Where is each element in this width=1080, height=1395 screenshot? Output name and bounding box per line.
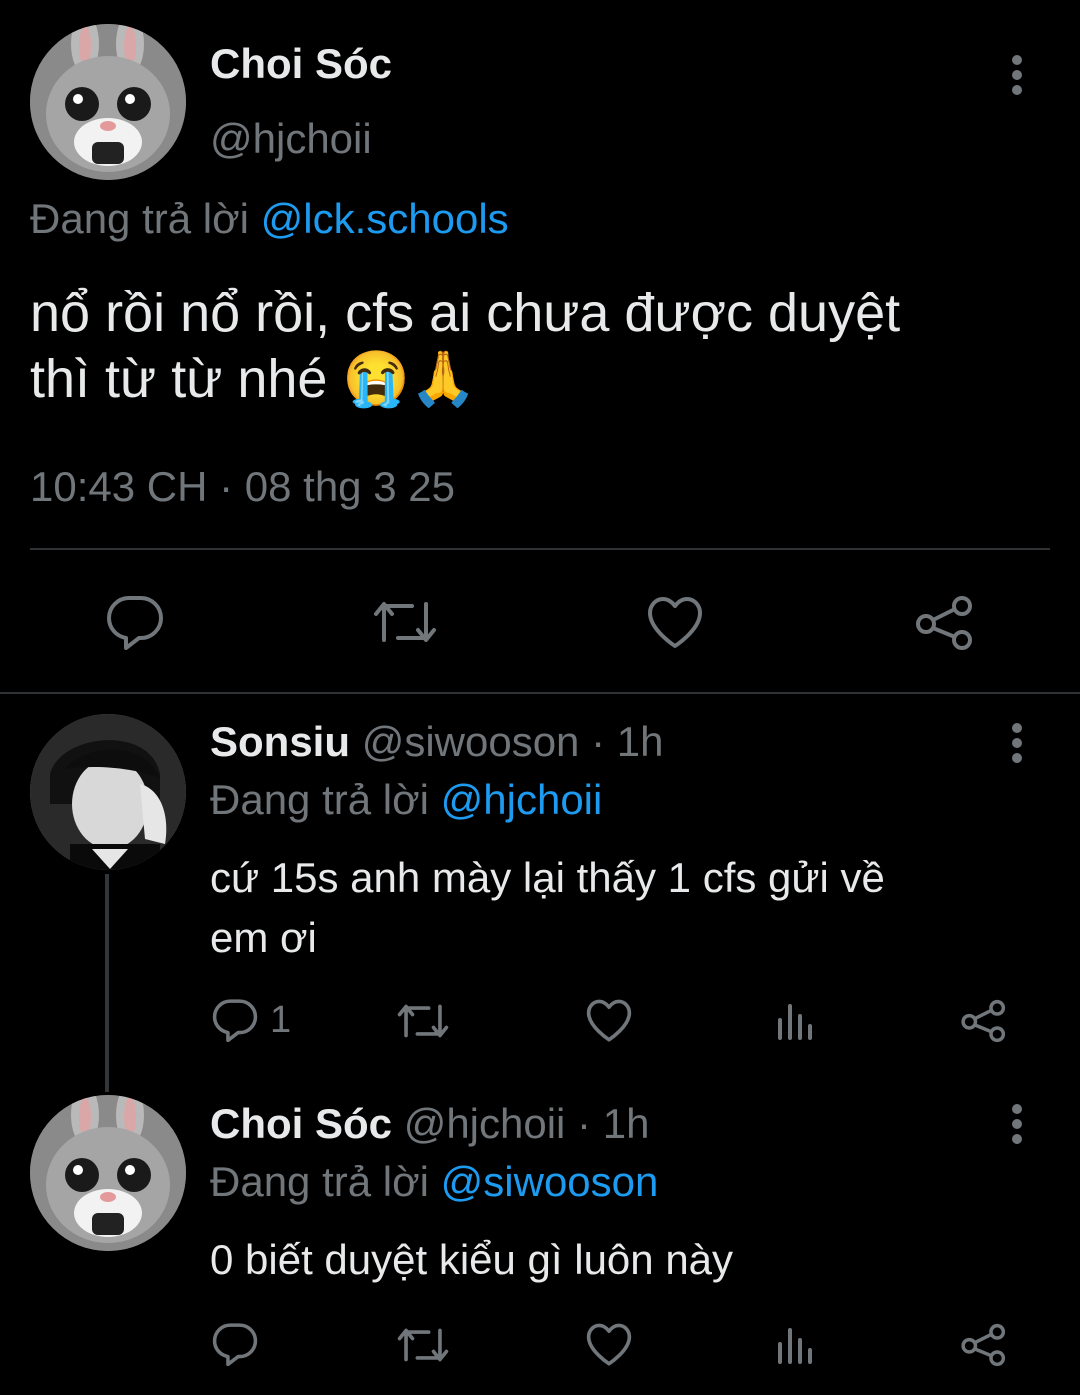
tweet-text-line: cứ 15s anh mày lại thấy 1 cfs gửi về — [210, 854, 885, 901]
more-vertical-icon — [1012, 55, 1022, 95]
retweet-button[interactable] — [396, 1000, 450, 1042]
divider — [30, 548, 1050, 550]
retweet-button[interactable] — [396, 1324, 450, 1366]
author-handle[interactable]: @hjchoii — [210, 115, 372, 163]
replying-to-link[interactable]: @hjchoii — [441, 776, 603, 823]
tweet-text: nổ rồi nổ rồi, cfs ai chưa được duyệt th… — [30, 280, 1040, 412]
author-handle-time[interactable]: @hjchoii · 1h — [404, 1100, 650, 1147]
like-button[interactable] — [646, 596, 704, 650]
like-icon — [586, 999, 632, 1042]
tweet-text: 0 biết duyệt kiểu gì luôn này — [210, 1230, 1040, 1290]
retweet-icon — [374, 602, 436, 642]
reply-icon — [107, 596, 163, 650]
tweet-text-line: nổ rồi nổ rồi, cfs ai chưa được duyệt — [30, 283, 901, 343]
emoji: 😭🙏 — [342, 349, 477, 409]
reply-header: Sonsiu @siwooson · 1h — [210, 718, 663, 766]
replying-to-link[interactable]: @lck.schools — [261, 195, 509, 242]
reply-icon — [212, 999, 258, 1042]
retweet-icon — [397, 1328, 449, 1362]
views-button[interactable] — [776, 1000, 816, 1040]
share-button[interactable] — [960, 1322, 1008, 1368]
views-button[interactable] — [776, 1324, 816, 1364]
author-handle-time[interactable]: @siwooson · 1h — [362, 718, 664, 765]
share-icon — [961, 999, 1006, 1043]
more-vertical-icon — [1012, 1104, 1022, 1144]
like-button[interactable] — [585, 1323, 633, 1367]
replying-to-line: Đang trả lời @siwooson — [210, 1158, 658, 1206]
author-name[interactable]: Choi Sóc — [210, 1100, 392, 1147]
tweet-text-line: 0 biết duyệt kiểu gì luôn này — [210, 1236, 734, 1283]
thread-line — [105, 874, 109, 1092]
views-icon — [778, 1328, 812, 1364]
replying-prefix: Đang trả lời — [210, 1158, 429, 1205]
more-options-button[interactable] — [997, 713, 1037, 773]
author-name[interactable]: Choi Sóc — [210, 40, 392, 88]
replying-to-link[interactable]: @siwooson — [441, 1158, 659, 1205]
reply-icon — [212, 1323, 258, 1366]
divider — [0, 692, 1080, 694]
more-options-button[interactable] — [997, 45, 1037, 105]
views-icon — [778, 1004, 812, 1040]
tweet-text: cứ 15s anh mày lại thấy 1 cfs gửi về em … — [210, 848, 1040, 968]
replying-prefix: Đang trả lời — [210, 776, 429, 823]
reply-button[interactable] — [212, 1322, 258, 1366]
avatar[interactable] — [30, 714, 186, 870]
more-options-button[interactable] — [997, 1094, 1037, 1154]
like-button[interactable] — [585, 999, 633, 1043]
tweet-timestamp[interactable]: 10:43 CH · 08 thg 3 25 — [30, 463, 455, 511]
avatar[interactable] — [30, 24, 186, 180]
share-button[interactable] — [960, 998, 1008, 1044]
reply-count: 1 — [270, 998, 292, 1041]
reply-button[interactable] — [106, 594, 164, 650]
share-button[interactable] — [914, 594, 976, 652]
share-icon — [961, 1323, 1006, 1367]
replying-prefix: Đang trả lời — [30, 195, 249, 242]
more-vertical-icon — [1012, 723, 1022, 763]
share-icon — [916, 596, 972, 650]
tweet-text-line: thì từ từ nhé 😭🙏 — [30, 349, 477, 409]
like-icon — [586, 1323, 632, 1366]
reply-header: Choi Sóc @hjchoii · 1h — [210, 1100, 649, 1148]
author-name[interactable]: Sonsiu — [210, 718, 350, 765]
tweet-text-line: em ơi — [210, 914, 317, 961]
like-icon — [648, 597, 702, 648]
retweet-button[interactable] — [372, 596, 438, 648]
replying-to-line: Đang trả lời @lck.schools — [30, 195, 509, 243]
avatar[interactable] — [30, 1095, 186, 1251]
replying-to-line: Đang trả lời @hjchoii — [210, 776, 602, 824]
retweet-icon — [397, 1004, 449, 1038]
reply-button[interactable]: 1 — [212, 998, 291, 1042]
